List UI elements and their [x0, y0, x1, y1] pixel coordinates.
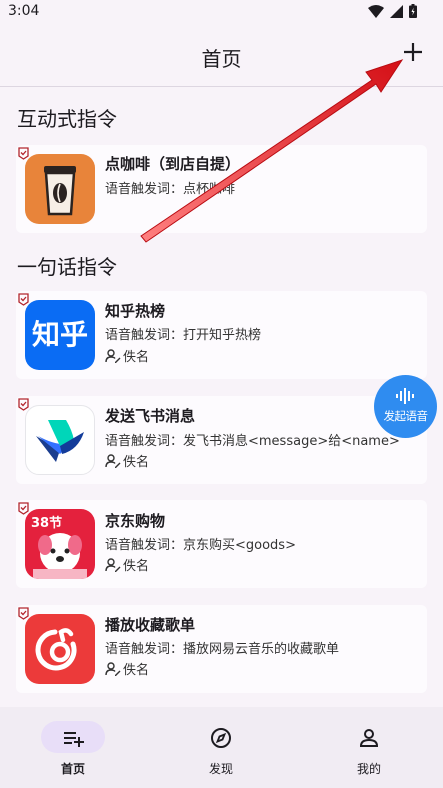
voice-start-label: 发起语音 [383, 409, 429, 423]
card-author: 佚名 [105, 555, 149, 574]
author-name: 佚名 [123, 455, 150, 470]
author-name: 佚名 [123, 559, 150, 574]
author-icon [105, 348, 121, 363]
card-title: 发送飞书消息 [105, 407, 196, 425]
nav-label-home: 首页 [60, 762, 85, 776]
card-title: 京东购物 [105, 512, 166, 530]
nav-label-mine: 我的 [356, 762, 381, 776]
author-name: 佚名 [123, 350, 150, 365]
command-card-zhihu[interactable]: 知乎 知乎热榜 语音触发词：打开知乎热榜 佚名 [16, 291, 427, 379]
section-title-one-sentence: 一句话指令 [17, 255, 117, 279]
voice-start-button[interactable]: 发起语音 [374, 375, 437, 438]
card-title: 点咖啡（到店自提） [105, 155, 241, 173]
add-command-button[interactable] [399, 38, 427, 66]
card-author: 佚名 [105, 659, 149, 678]
card-trigger: 语音触发词：点杯咖啡 [105, 182, 236, 197]
compass-icon [211, 728, 231, 748]
list-add-icon [64, 732, 84, 747]
nav-label-discover: 发现 [208, 762, 233, 776]
nav-item-mine[interactable]: 我的 [314, 707, 424, 788]
card-trigger: 语音触发词：打开知乎热榜 [105, 328, 262, 343]
page-title: 首页 [201, 47, 242, 71]
status-time: 3:04 [8, 3, 40, 19]
author-icon [105, 453, 121, 468]
card-trigger: 语音触发词：京东购买<goods> [105, 538, 296, 553]
command-card-coffee[interactable]: 点咖啡（到店自提） 语音触发词：点杯咖啡 [16, 145, 427, 233]
section-title-interactive: 互动式指令 [17, 107, 117, 131]
netease-music-icon [25, 614, 95, 684]
card-title: 知乎热榜 [105, 302, 166, 320]
bottom-navigation: 首页 发现 我的 [0, 707, 443, 788]
zhihu-icon: 知乎 [25, 300, 95, 370]
nav-item-discover[interactable]: 发现 [166, 707, 276, 788]
jd-badge-text: 38节 [31, 516, 63, 531]
status-icons [368, 4, 417, 18]
command-card-netease[interactable]: 播放收藏歌单 语音触发词：播放网易云音乐的收藏歌单 佚名 [16, 605, 427, 693]
voice-wave-icon [396, 388, 414, 404]
zhihu-logo-text: 知乎 [31, 318, 88, 351]
card-trigger: 语音触发词：播放网易云音乐的收藏歌单 [105, 642, 340, 657]
top-app-bar: 首页 [0, 26, 443, 87]
card-trigger: 语音触发词：发飞书消息<message>给<name> [105, 434, 400, 449]
command-card-jd[interactable]: 38节 京东购物 语音触发词：京东购买<goods> 佚名 [16, 500, 427, 588]
author-icon [105, 661, 121, 676]
wifi-icon [368, 4, 384, 18]
author-icon [105, 557, 121, 572]
jd-icon: 38节 [25, 509, 95, 579]
status-bar: 3:04 [0, 0, 443, 26]
signal-icon [390, 4, 403, 18]
battery-icon [409, 4, 417, 18]
person-icon [359, 729, 379, 747]
card-author: 佚名 [105, 451, 149, 470]
nav-item-home[interactable]: 首页 [18, 707, 128, 788]
feishu-icon [25, 405, 95, 475]
card-author: 佚名 [105, 346, 149, 365]
card-title: 播放收藏歌单 [105, 616, 196, 634]
author-name: 佚名 [123, 663, 150, 678]
command-card-feishu[interactable]: 发送飞书消息 语音触发词：发飞书消息<message>给<name> 佚名 [16, 396, 427, 484]
coffee-icon [25, 154, 95, 224]
